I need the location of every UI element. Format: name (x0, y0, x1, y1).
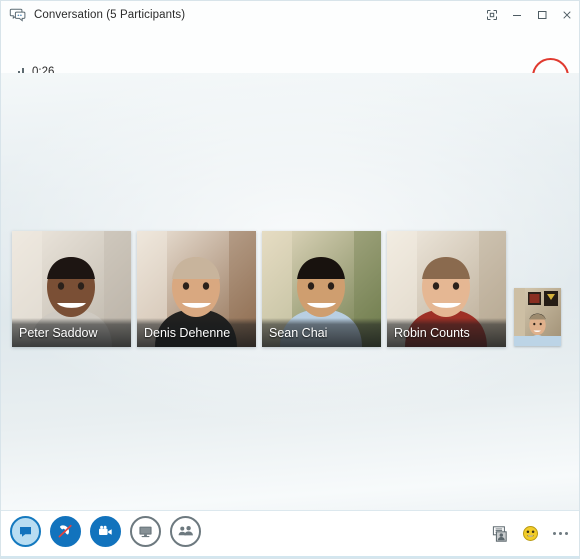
participant-gallery: Peter Saddow Denis Dehenne Sean Chai Robin … (1, 230, 579, 350)
video-button[interactable] (90, 516, 121, 547)
lync-conversation-window: Conversation (5 Participants) 0:26 Peter… (0, 0, 580, 559)
primary-call-controls (10, 516, 201, 547)
mute-audio-button[interactable] (50, 516, 81, 547)
participant-name-bar: Denis Dehenne (137, 318, 256, 347)
pane-options-button[interactable] (479, 4, 504, 26)
add-contact-button[interactable] (491, 525, 509, 543)
participant-tile[interactable]: Robin Counts (387, 231, 506, 347)
secondary-call-controls (491, 511, 570, 556)
phone-muted-icon (58, 524, 72, 538)
window-title: Conversation (5 Participants) (34, 8, 186, 21)
participant-name: Robin Counts (394, 325, 470, 340)
close-button[interactable] (554, 4, 579, 26)
more-options-button[interactable] (551, 528, 570, 539)
participant-name-bar: Sean Chai (262, 318, 381, 347)
window-controls (479, 1, 579, 28)
video-stage: Peter Saddow Denis Dehenne Sean Chai Robin … (1, 73, 579, 514)
ellipsis-dot (553, 532, 556, 535)
ellipsis-dot (559, 532, 562, 535)
participant-tile[interactable]: Denis Dehenne (137, 231, 256, 347)
smiley-face-icon (522, 526, 538, 541)
call-status-bar: 0:26 (1, 28, 579, 95)
emoticon-button[interactable] (521, 525, 539, 543)
participant-name-bar: Peter Saddow (12, 318, 131, 347)
title-bar: Conversation (5 Participants) (1, 1, 579, 28)
participant-name: Peter Saddow (19, 325, 98, 340)
self-video-image (514, 288, 561, 346)
people-group-icon (178, 526, 193, 536)
ellipsis-dot (565, 532, 568, 535)
self-view-thumbnail[interactable] (514, 288, 561, 346)
participants-button[interactable] (170, 516, 201, 547)
monitor-screen-icon (139, 526, 152, 538)
participant-name-bar: Robin Counts (387, 318, 506, 347)
minimize-button[interactable] (504, 4, 529, 26)
present-button[interactable] (130, 516, 161, 547)
conversation-bubble-icon (9, 6, 27, 24)
participant-name: Denis Dehenne (144, 325, 231, 340)
im-button[interactable] (10, 516, 41, 547)
contact-card-icon (492, 525, 507, 542)
call-controls-toolbar (1, 510, 579, 558)
video-camera-icon (99, 525, 112, 535)
chat-bubble-icon (20, 527, 31, 537)
participant-name: Sean Chai (269, 325, 328, 340)
maximize-button[interactable] (529, 4, 554, 26)
participant-tile[interactable]: Peter Saddow (12, 231, 131, 347)
participant-tile[interactable]: Sean Chai (262, 231, 381, 347)
